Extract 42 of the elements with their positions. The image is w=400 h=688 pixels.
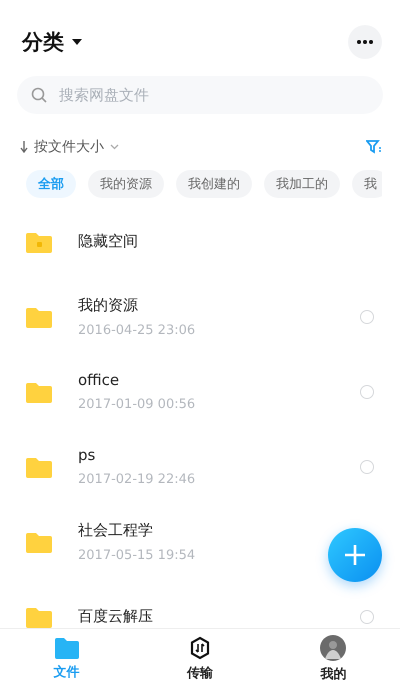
folder-name[interactable]: 我的资源 <box>78 296 138 314</box>
chevron-icon <box>110 144 119 150</box>
category-chip[interactable]: 我创建的 <box>176 170 252 198</box>
locked-folder-icon <box>26 230 52 252</box>
filter-icon[interactable] <box>366 139 382 155</box>
folder-icon <box>26 306 52 328</box>
search-input[interactable]: 搜索网盘文件 <box>57 85 369 105</box>
select-radio[interactable] <box>360 460 374 474</box>
folder-icon <box>54 636 79 658</box>
nav-tab[interactable]: 我的 <box>293 634 374 682</box>
plus-icon <box>344 544 366 566</box>
folder-icon <box>26 380 52 402</box>
avatar-icon <box>320 634 346 660</box>
add-button[interactable] <box>328 528 382 582</box>
more-button[interactable] <box>348 25 382 59</box>
modified-date: 2016-04-25 23:06 <box>78 322 196 338</box>
folder-name[interactable]: 百度云解压 <box>78 607 153 626</box>
select-radio[interactable] <box>360 384 374 398</box>
sort-dropdown[interactable]: 按文件大小 <box>20 138 119 156</box>
search-icon <box>31 87 47 103</box>
folder-icon <box>26 456 52 478</box>
more-icon <box>357 40 373 44</box>
category-chip[interactable]: 我 <box>352 170 382 198</box>
modified-date: 2017-01-09 00:56 <box>78 397 196 412</box>
folder-icon <box>26 530 52 552</box>
category-chip[interactable]: 我加工的 <box>264 170 340 198</box>
search-field[interactable]: 搜索网盘文件 <box>17 76 383 114</box>
select-radio[interactable] <box>360 310 374 324</box>
nav-tab[interactable]: 传输 <box>160 636 240 682</box>
folder-name[interactable]: ps <box>78 446 96 464</box>
modified-date: 2017-02-19 22:46 <box>78 472 196 487</box>
category-chip[interactable]: 我的资源 <box>88 170 164 198</box>
folder-icon <box>26 606 52 628</box>
select-radio[interactable] <box>360 610 374 624</box>
transfer-icon <box>188 636 211 660</box>
down-arrow-icon <box>20 141 28 153</box>
folder-name[interactable]: office <box>78 371 120 389</box>
page-title: 分类 <box>22 29 64 56</box>
modified-date: 2017-05-15 19:54 <box>78 548 196 562</box>
folder-name[interactable]: 社会工程学 <box>78 520 153 540</box>
caret-icon[interactable] <box>72 39 82 45</box>
folder-name[interactable]: 隐藏空间 <box>78 232 138 251</box>
